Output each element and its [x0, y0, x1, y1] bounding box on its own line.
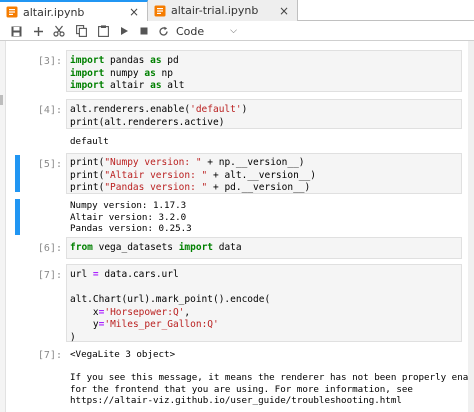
- active-cell-indicator: [15, 155, 20, 192]
- code-line: x='Horsepower:Q',: [70, 306, 191, 318]
- notebook-panel: [3]: import pandas as pd import numpy as…: [0, 41, 474, 412]
- input-prompt: [6]:: [37, 243, 62, 254]
- code-block: url = data.cars.url alt.Chart(url).mark_…: [70, 269, 270, 344]
- tab-label: altair-trial.ipynb: [171, 4, 259, 17]
- close-icon[interactable]: ×: [277, 4, 291, 18]
- save-icon[interactable]: [8, 23, 24, 39]
- cut-icon[interactable]: [51, 23, 67, 39]
- vertical-scrollbar[interactable]: [468, 41, 474, 412]
- code-line: print("Numpy version: " + np.__version__…: [70, 157, 305, 168]
- restart-icon[interactable]: [155, 23, 171, 39]
- add-icon[interactable]: [30, 23, 46, 39]
- code-block: print("Numpy version: " + np.__version__…: [70, 157, 316, 195]
- output-line: Numpy version: 1.17.3: [70, 200, 187, 211]
- stop-icon[interactable]: [136, 23, 152, 39]
- input-prompt: [7]:: [37, 270, 62, 281]
- code-block: import pandas as pd import numpy as np i…: [70, 55, 184, 93]
- active-output-indicator: [15, 199, 20, 235]
- cell-output: Numpy version: 1.17.3 Altair version: 3.…: [70, 200, 192, 235]
- code-line: print(alt.renderers.active): [70, 116, 225, 128]
- code-line: ): [70, 331, 76, 343]
- chevron-down-icon: ⌵: [230, 26, 237, 36]
- code-block: from vega_datasets import data: [70, 242, 242, 255]
- cell-output: default: [70, 136, 109, 147]
- notebook-toolbar: Code ⌵: [0, 21, 474, 41]
- copy-icon[interactable]: [73, 23, 89, 39]
- output-line: https://altair-viz.github.io/user_guide/…: [70, 395, 402, 406]
- output-prompt: [7]:: [37, 350, 62, 361]
- notebook-icon: [154, 5, 166, 17]
- cell-type-value: Code: [176, 24, 205, 38]
- tab-bar: altair.ipynb × altair-trial.ipynb ×: [0, 0, 474, 22]
- code-line: print("Pandas version: " + pd.__version_…: [70, 182, 311, 193]
- code-line: import altair as alt: [70, 80, 185, 91]
- code-line: alt.renderers.enable('default'): [70, 104, 248, 115]
- cell-output: <VegaLite 3 object> If you see this mess…: [70, 349, 474, 407]
- code-line: print("Altair version: " + alt.__version…: [70, 169, 316, 181]
- close-icon[interactable]: ×: [127, 5, 141, 19]
- run-icon[interactable]: [116, 23, 132, 39]
- code-line: y='Miles_per_Gallon:Q': [70, 319, 219, 330]
- output-line: Pandas version: 0.25.3: [70, 223, 192, 234]
- output-line: If you see this message, it means the re…: [70, 372, 474, 383]
- code-line: alt.Chart(url).mark_point().encode(: [70, 294, 271, 305]
- code-line: import numpy as np: [70, 67, 173, 79]
- code-line: url = data.cars.url: [70, 269, 179, 280]
- notebook-icon: [6, 6, 18, 18]
- cell-type-select[interactable]: Code ⌵: [176, 23, 237, 39]
- input-prompt: [4]:: [37, 105, 62, 116]
- output-line: Altair version: 3.2.0: [70, 211, 187, 223]
- code-block: alt.renderers.enable('default') print(al…: [70, 104, 247, 129]
- input-prompt: [5]:: [37, 159, 62, 170]
- output-line: for the frontend that you are using. For…: [70, 383, 413, 395]
- tab-altair-ipynb[interactable]: altair.ipynb ×: [0, 0, 148, 22]
- left-gutter: [0, 41, 6, 412]
- output-line: <VegaLite 3 object>: [70, 349, 176, 360]
- input-prompt: [3]:: [37, 56, 62, 67]
- code-line: from vega_datasets import data: [70, 242, 242, 253]
- code-line: import pandas as pd: [70, 55, 179, 66]
- tab-label: altair.ipynb: [23, 5, 85, 19]
- paste-icon[interactable]: [95, 23, 111, 39]
- tab-altair-trial-ipynb[interactable]: altair-trial.ipynb ×: [148, 0, 298, 21]
- gutter-marker: [0, 95, 3, 105]
